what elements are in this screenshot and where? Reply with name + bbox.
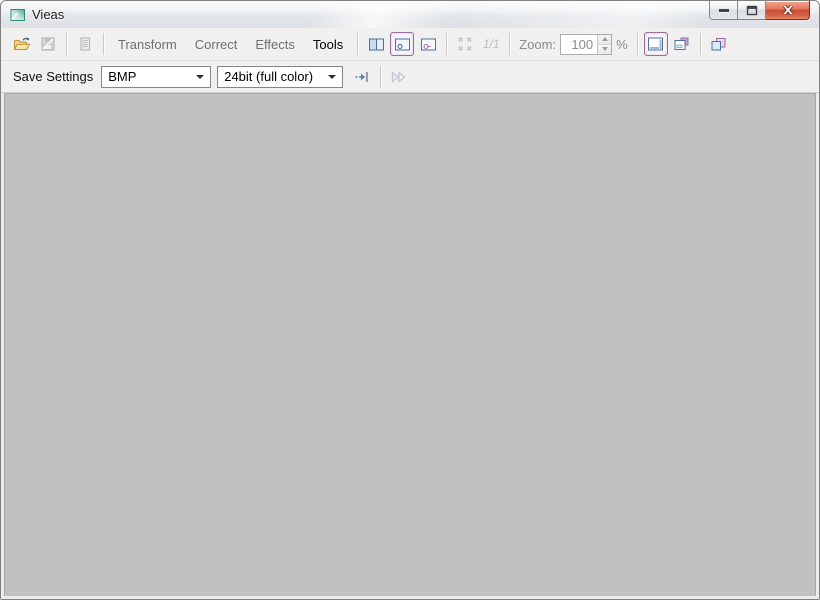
toolbar-separator bbox=[66, 33, 67, 55]
chevron-up-icon bbox=[601, 37, 608, 41]
actual-size-button[interactable]: 1/1 bbox=[479, 32, 503, 56]
view-window-p-icon bbox=[420, 38, 436, 50]
fit-to-window-arrows-icon bbox=[459, 37, 472, 51]
color-depth-selected-value: 24bit (full color) bbox=[224, 69, 314, 84]
actual-size-1-1-icon: 1/1 bbox=[482, 37, 500, 51]
scrollbars-toggle-button[interactable] bbox=[643, 32, 668, 56]
zoom-spin-buttons bbox=[597, 34, 612, 54]
view-mode-original-button[interactable] bbox=[390, 32, 415, 56]
app-window: Vieas Transform Correct Effects Tools 1/… bbox=[0, 0, 820, 600]
zoom-unit-label: % bbox=[616, 36, 628, 52]
format-select[interactable]: BMP bbox=[101, 65, 212, 88]
chevron-down-icon bbox=[196, 74, 205, 79]
chevron-down-icon bbox=[601, 47, 608, 51]
maximize-button[interactable] bbox=[738, 1, 766, 20]
image-properties-button[interactable] bbox=[73, 32, 97, 56]
view-mode-preview-button[interactable] bbox=[416, 32, 440, 56]
double-chevron-icon bbox=[392, 70, 406, 83]
batch-forward-button[interactable] bbox=[387, 65, 411, 89]
zoom-decrement-button[interactable] bbox=[598, 44, 612, 54]
window-title: Vieas bbox=[32, 7, 65, 22]
zoom-label: Zoom: bbox=[519, 36, 557, 52]
toolbar-separator bbox=[446, 33, 448, 55]
format-selected-value: BMP bbox=[108, 69, 137, 84]
zoom-increment-button[interactable] bbox=[598, 34, 612, 45]
vieas-app-icon bbox=[10, 7, 26, 23]
maximize-icon bbox=[746, 5, 757, 15]
menu-correct[interactable]: Correct bbox=[186, 32, 247, 56]
close-button[interactable] bbox=[766, 1, 810, 20]
zoom-spinner bbox=[560, 33, 613, 55]
close-x-icon bbox=[782, 4, 793, 16]
overlay-panel-button[interactable] bbox=[670, 32, 694, 56]
save-floppy-icon bbox=[41, 37, 55, 51]
dual-pane-icon bbox=[368, 38, 384, 50]
menu-effects[interactable]: Effects bbox=[246, 32, 304, 56]
toolbar-separator bbox=[380, 65, 382, 88]
overlay-panel-icon bbox=[674, 37, 689, 50]
toolbar-separator bbox=[509, 33, 511, 55]
fit-to-window-button[interactable] bbox=[453, 32, 477, 56]
minimize-icon bbox=[718, 8, 729, 12]
toolbar-separator bbox=[636, 33, 638, 55]
menu-transform[interactable]: Transform bbox=[109, 32, 186, 56]
canvas-frame bbox=[1, 93, 819, 599]
menu-tools[interactable]: Tools bbox=[304, 32, 352, 56]
apply-arrow-to-bar-icon bbox=[355, 71, 369, 82]
color-depth-select[interactable]: 24bit (full color) bbox=[217, 65, 344, 88]
toolbar-separator bbox=[103, 33, 104, 55]
toolbar-separator bbox=[699, 33, 701, 55]
zoom-input[interactable] bbox=[561, 34, 598, 54]
chevron-down-icon bbox=[328, 74, 337, 79]
toolbar-separator bbox=[357, 33, 359, 55]
view-window-o-icon bbox=[394, 38, 410, 50]
window-controls bbox=[709, 1, 810, 20]
open-folder-icon bbox=[13, 37, 31, 50]
open-file-button[interactable] bbox=[10, 32, 34, 56]
titlebar[interactable]: Vieas bbox=[1, 1, 819, 28]
apply-save-settings-button[interactable] bbox=[350, 65, 374, 89]
save-settings-toolbar: Save Settings BMP 24bit (full color) bbox=[1, 61, 819, 93]
dual-pane-button[interactable] bbox=[364, 32, 388, 56]
cascade-windows-icon bbox=[711, 38, 726, 51]
minimize-button[interactable] bbox=[709, 1, 738, 20]
save-button[interactable] bbox=[36, 32, 60, 56]
image-canvas[interactable] bbox=[4, 93, 816, 596]
image-properties-icon bbox=[80, 37, 90, 51]
window-scrollbars-icon bbox=[648, 37, 664, 51]
save-settings-label: Save Settings bbox=[13, 69, 94, 84]
main-toolbar: Transform Correct Effects Tools 1/1 Zoom… bbox=[1, 28, 819, 61]
cascade-windows-button[interactable] bbox=[707, 32, 731, 56]
